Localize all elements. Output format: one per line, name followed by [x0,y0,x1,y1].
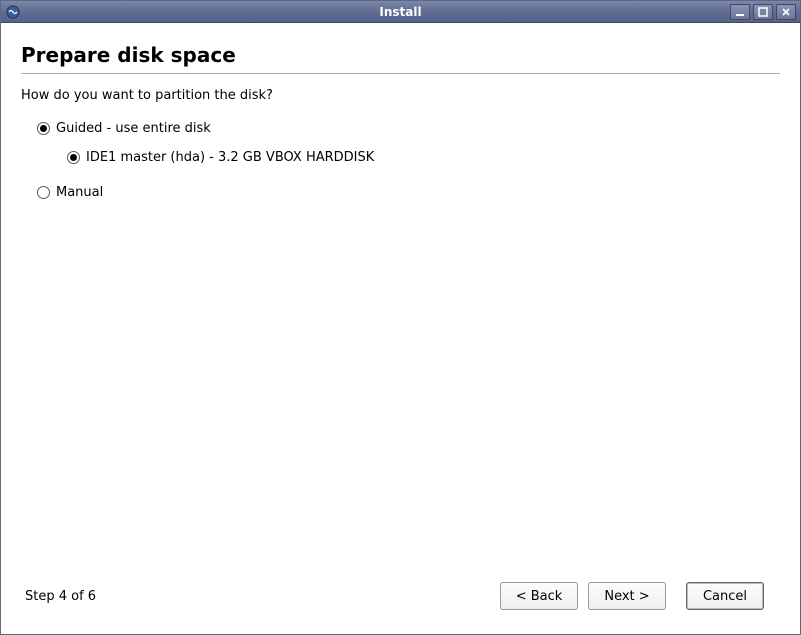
partition-question: How do you want to partition the disk? [21,88,780,103]
content-area: Prepare disk space How do you want to pa… [1,23,800,634]
radio-guided-disk[interactable] [67,151,80,164]
option-manual-label: Manual [56,185,103,200]
install-window: Install Prepare disk space How do you wa… [0,0,801,635]
page-title: Prepare disk space [21,43,780,67]
window-title: Install [379,5,421,19]
footer: Step 4 of 6 < Back Next > Cancel [21,572,780,624]
divider [21,73,780,74]
option-guided-disk-label: IDE1 master (hda) - 3.2 GB VBOX HARDDISK [86,150,374,165]
nav-buttons: < Back Next > Cancel [500,582,764,610]
option-guided-disk[interactable]: IDE1 master (hda) - 3.2 GB VBOX HARDDISK [67,150,780,165]
titlebar[interactable]: Install [1,1,800,23]
radio-guided[interactable] [37,122,50,135]
radio-manual[interactable] [37,186,50,199]
app-icon [5,4,21,20]
minimize-button[interactable] [730,4,750,20]
cancel-button[interactable]: Cancel [686,582,764,610]
window-controls [730,4,796,20]
next-button[interactable]: Next > [588,582,666,610]
close-button[interactable] [776,4,796,20]
option-manual[interactable]: Manual [37,185,780,200]
option-guided[interactable]: Guided - use entire disk [37,121,780,136]
spacer [21,214,780,572]
partition-options: Guided - use entire disk IDE1 master (hd… [21,121,780,214]
step-indicator: Step 4 of 6 [25,589,96,604]
maximize-button[interactable] [753,4,773,20]
back-button[interactable]: < Back [500,582,578,610]
option-guided-label: Guided - use entire disk [56,121,211,136]
